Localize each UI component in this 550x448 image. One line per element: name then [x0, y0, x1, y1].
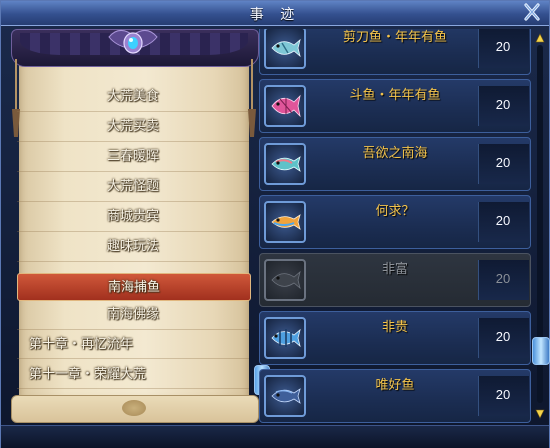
scroll-up-arrow-icon[interactable] [535, 33, 545, 43]
menu-item-fishing[interactable]: 南海捕鱼 [17, 273, 251, 301]
menu-item-buddha[interactable]: 南海佛缘 [17, 301, 249, 330]
menu-item-spring[interactable]: 三春暖晖 [17, 143, 249, 172]
close-icon[interactable] [521, 2, 543, 22]
list-scrollbar[interactable] [532, 29, 550, 423]
fish-count: 20 [495, 39, 511, 54]
fish-name: 何求？ [375, 204, 415, 219]
fish-name: 非贵 [381, 320, 408, 335]
fish-name: 剪刀鱼・年年有鱼 [342, 30, 447, 45]
fish-icon [271, 156, 301, 172]
scrollbar-thumb[interactable] [532, 337, 550, 365]
fish-icon [271, 38, 301, 58]
fish-icon-frame [264, 259, 306, 301]
title-bar: 事 迹 [1, 1, 549, 26]
fish-count: 20 [495, 97, 511, 112]
fish-icon [271, 328, 301, 348]
fish-name: 斗鱼・年年有鱼 [349, 88, 441, 103]
fish-icon-frame [264, 143, 306, 185]
menu-item-quiz[interactable]: 大荒怪题 [17, 173, 249, 202]
fish-row[interactable]: 吾欲之南海 20 [259, 137, 531, 191]
fish-row[interactable]: 剪刀鱼・年年有鱼 20 [259, 29, 531, 75]
fish-count: 20 [495, 271, 511, 286]
menu-item-food[interactable]: 大荒美食 [17, 83, 249, 112]
fish-row[interactable]: 何求？ 20 [259, 195, 531, 249]
scroll-bottom-roller [11, 395, 259, 423]
fish-name: 吾欲之南海 [362, 146, 428, 161]
fish-row[interactable]: 斗鱼・年年有鱼 20 [259, 79, 531, 133]
fish-icon [271, 270, 301, 290]
fish-row[interactable]: 非贵 20 [259, 311, 531, 365]
fish-icon-frame [264, 317, 306, 359]
fish-icon-frame [264, 375, 306, 417]
window-title: 事 迹 [249, 7, 301, 23]
menu-item-trade[interactable]: 大荒买卖 [17, 113, 249, 142]
fish-icon [271, 94, 301, 118]
menu-item-chapter-11[interactable]: 第十一章・荣耀大荒 [17, 361, 249, 389]
menu-item-vip[interactable]: 商城贵宾 [17, 203, 249, 232]
fish-row[interactable]: 唯好鱼 20 [259, 369, 531, 423]
fish-icon-frame [264, 85, 306, 127]
fish-name: 非富 [381, 262, 408, 277]
menu-item-fun[interactable]: 趣味玩法 [17, 233, 249, 262]
fish-name: 唯好鱼 [375, 378, 415, 393]
fish-count: 20 [495, 329, 511, 344]
window-bottom-frame [1, 425, 549, 448]
menu-item-chapter-10[interactable]: 第十章・再忆流年 [17, 331, 249, 359]
gem-ornament-icon [108, 30, 158, 54]
scroll-down-arrow-icon[interactable] [535, 409, 545, 419]
fish-icon-frame [264, 29, 306, 69]
fish-icon-frame [264, 201, 306, 243]
fish-count: 20 [495, 155, 511, 170]
category-scroll-panel: 大荒美食 大荒买卖 三春暖晖 大荒怪题 商城贵宾 趣味玩法 南海捕鱼 南海佛缘 … [9, 29, 270, 423]
fish-icon [271, 388, 301, 404]
fish-record-list: 剪刀鱼・年年有鱼 20 斗鱼・年年有鱼 20 吾欲之南海 20 何求？ 20 非… [259, 29, 531, 423]
fish-count: 20 [495, 387, 511, 402]
window: 事 迹 大荒美食 大荒买卖 三春暖晖 大荒怪题 商城贵宾 趣味玩法 南海捕鱼 南 [0, 0, 550, 448]
fish-icon [271, 214, 301, 230]
fish-row[interactable]: 非富 20 [259, 253, 531, 307]
fish-count: 20 [495, 213, 511, 228]
